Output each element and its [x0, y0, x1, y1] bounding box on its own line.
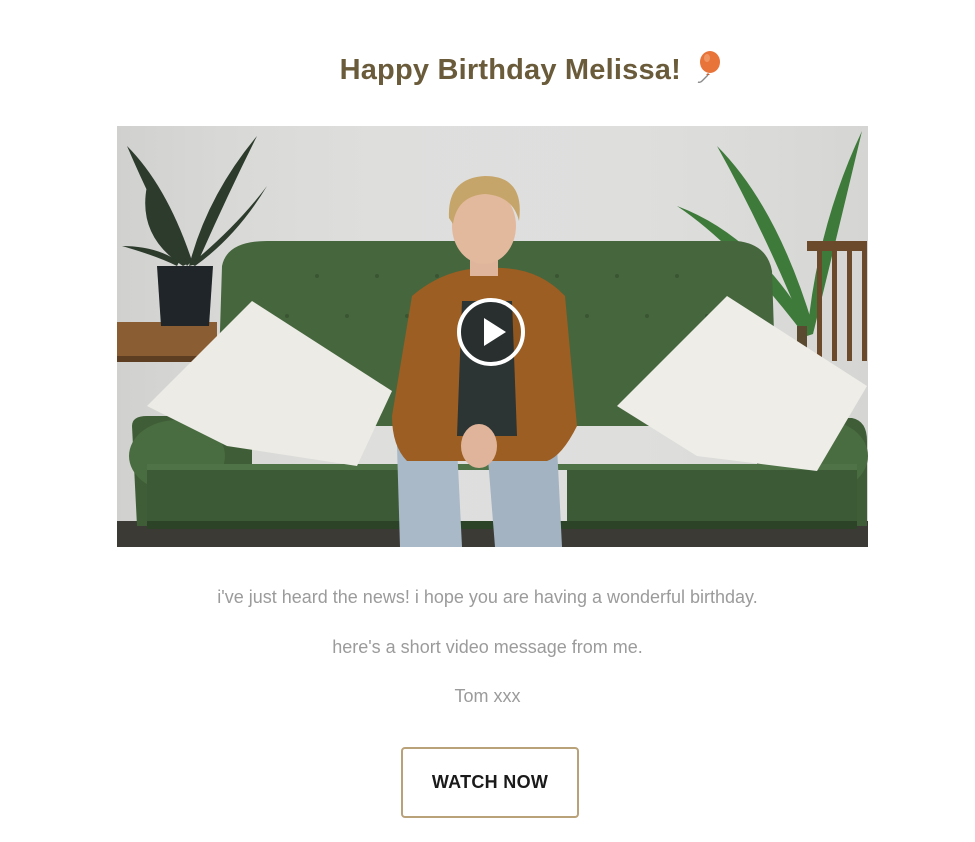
balloon-icon — [693, 50, 723, 86]
watch-now-button[interactable]: WATCH NOW — [401, 747, 579, 818]
message-line-1: i've just heard the news! i hope you are… — [217, 587, 758, 607]
play-icon[interactable] — [455, 296, 527, 368]
page-title: Happy Birthday Melissa! — [339, 53, 681, 86]
message-line-2: here's a short video message from me. — [332, 637, 643, 657]
email-header: Happy Birthday Melissa! — [0, 50, 975, 96]
video-thumbnail[interactable] — [117, 126, 868, 547]
signature: Tom xxx — [454, 686, 521, 706]
